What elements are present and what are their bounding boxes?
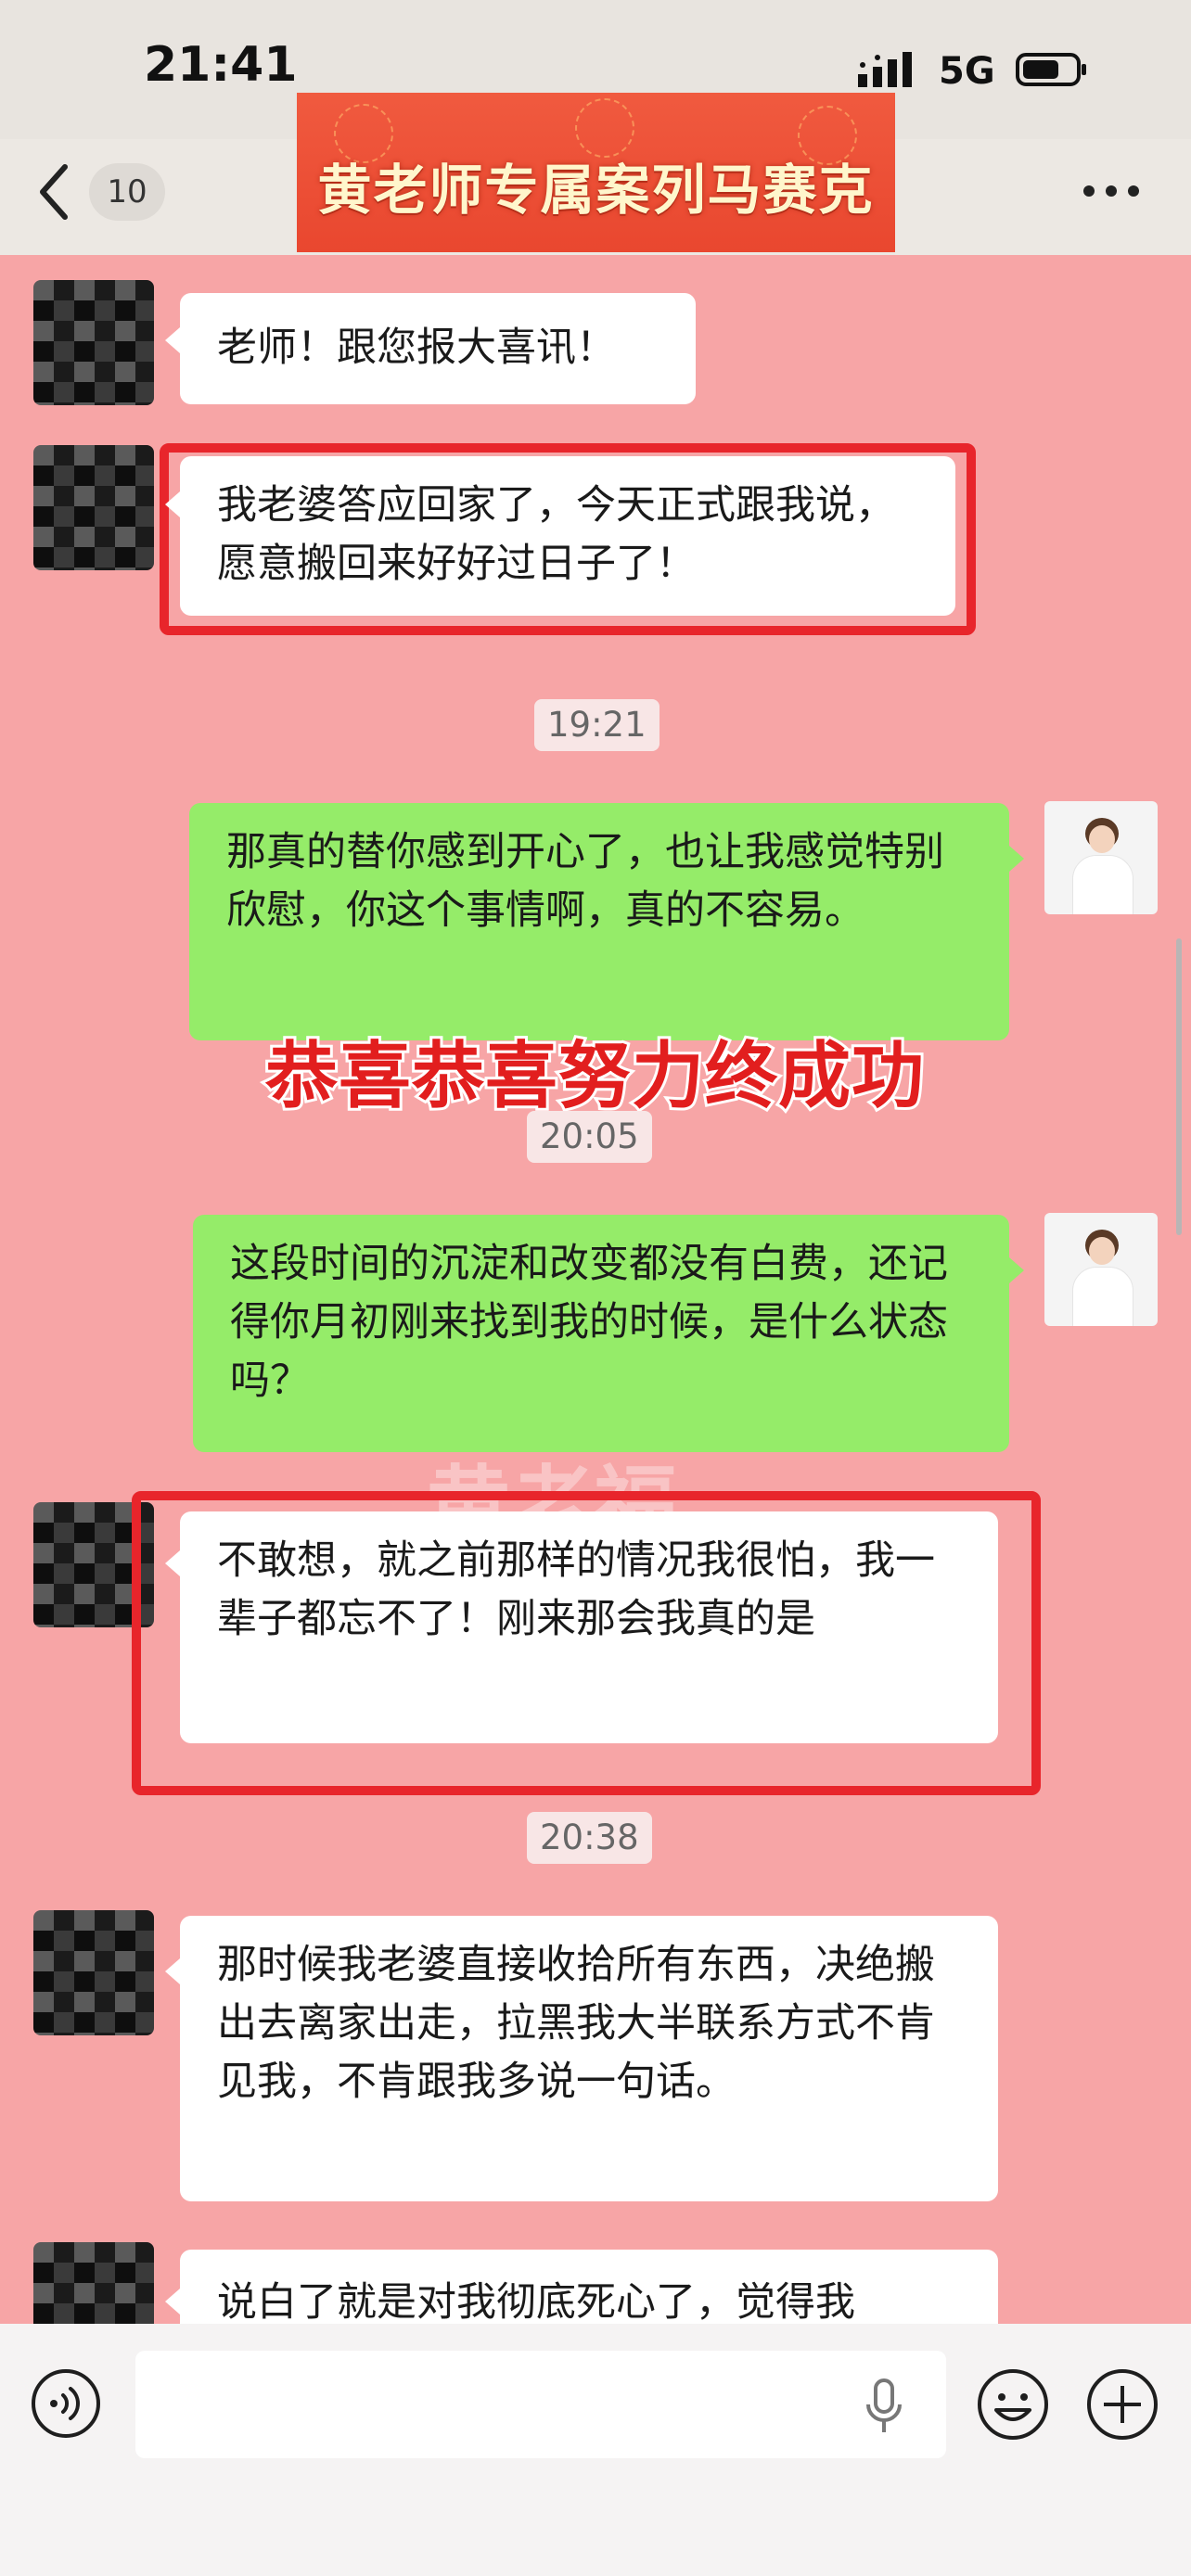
message-text: 那真的替你感到开心了，也让我感觉特别欣慰，你这个事情啊，真的不容易。 xyxy=(226,829,944,934)
banner-title: 黄老师专属案列马赛克 xyxy=(317,159,875,222)
plus-icon[interactable] xyxy=(1085,2367,1159,2442)
teacher-avatar[interactable] xyxy=(1044,1213,1158,1326)
message-bubble-sent: 这段时间的沉淀和改变都没有白费，还记得你月初刚来找到我的时候，是什么状态吗？ xyxy=(193,1215,1009,1452)
timestamp: 20:05 xyxy=(527,1111,652,1163)
message-text: 不敢想，就之前那样的情况我很怕，我一辈子都忘不了！刚来那会我真的是 xyxy=(217,1537,935,1642)
network-type: 5G xyxy=(939,50,995,93)
mic-icon[interactable] xyxy=(864,2378,903,2436)
message-text: 说白了就是对我彻底死心了，觉得我 xyxy=(217,2279,855,2326)
message-bubble-sent: 那真的替你感到开心了，也让我感觉特别欣慰，你这个事情啊，真的不容易。 xyxy=(189,803,1009,1040)
contact-avatar[interactable] xyxy=(33,445,154,570)
unread-count-badge[interactable]: 10 xyxy=(89,163,165,221)
contact-avatar[interactable] xyxy=(33,1910,154,2035)
overlay-caption: 恭喜恭喜努力终成功 xyxy=(263,1032,927,1121)
message-text: 老师！跟您报大喜讯！ xyxy=(217,325,616,371)
emoji-icon[interactable] xyxy=(976,2367,1050,2442)
more-icon[interactable] xyxy=(1082,182,1141,200)
title-banner: 黄老师专属案列马赛克 xyxy=(297,93,895,252)
message-text: 那时候我老婆直接收拾所有东西，决绝搬出去离家出走，拉黑我大半联系方式不肯见我，不… xyxy=(217,1942,935,2105)
message-text: 我老婆答应回家了，今天正式跟我说，愿意搬回来好好过日子了！ xyxy=(217,482,895,587)
message-bubble-received: 那时候我老婆直接收拾所有东西，决绝搬出去离家出走，拉黑我大半联系方式不肯见我，不… xyxy=(180,1916,998,2201)
teacher-avatar[interactable] xyxy=(1044,801,1158,914)
scrollbar[interactable] xyxy=(1176,938,1182,1235)
message-bubble-received: 我老婆答应回家了，今天正式跟我说，愿意搬回来好好过日子了！ xyxy=(180,456,955,616)
message-bubble-received: 老师！跟您报大喜讯！ xyxy=(180,293,696,404)
signal-icon xyxy=(858,52,912,87)
voice-icon[interactable] xyxy=(30,2367,102,2440)
message-text: 这段时间的沉淀和改变都没有白费，还记得你月初刚来找到我的时候，是什么状态吗？ xyxy=(230,1241,948,1404)
message-bubble-received: 不敢想，就之前那样的情况我很怕，我一辈子都忘不了！刚来那会我真的是 xyxy=(180,1511,998,1743)
timestamp: 19:21 xyxy=(534,699,660,751)
contact-avatar[interactable] xyxy=(33,280,154,405)
message-input[interactable] xyxy=(135,2351,946,2458)
timestamp: 20:38 xyxy=(527,1812,652,1864)
status-time: 21:41 xyxy=(144,37,298,93)
battery-icon xyxy=(1016,53,1086,86)
back-icon[interactable] xyxy=(35,159,72,224)
